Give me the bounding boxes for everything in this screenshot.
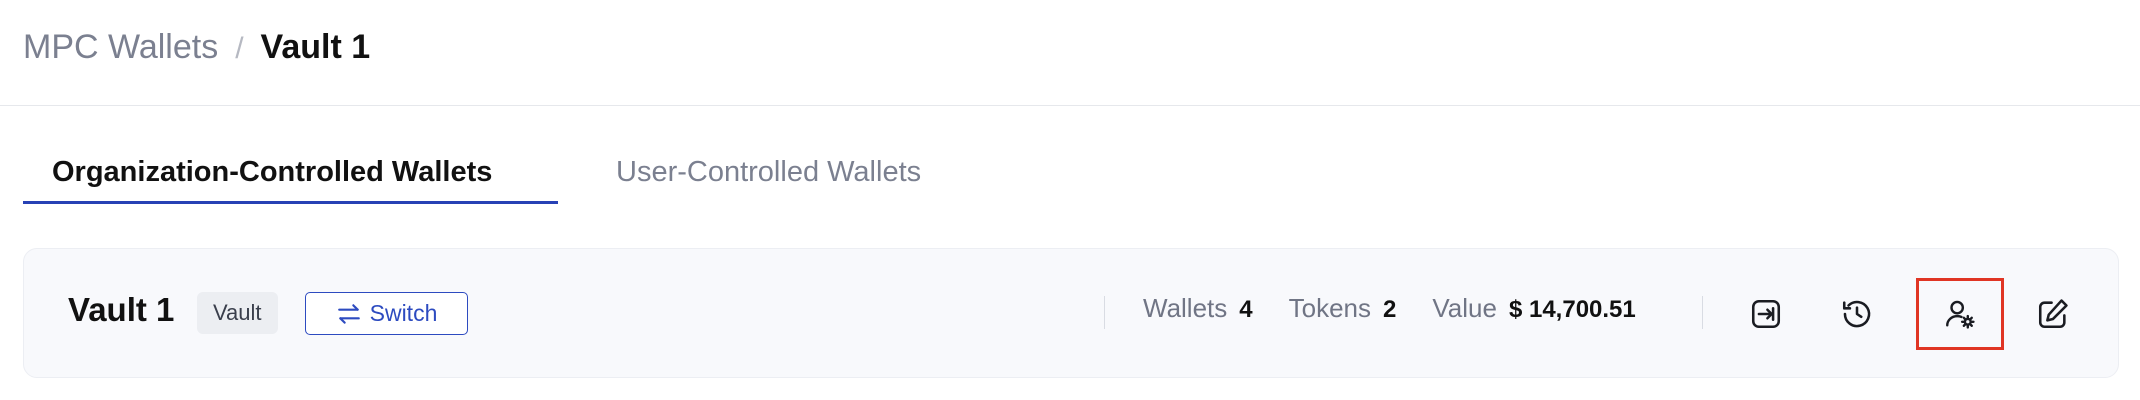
tab-organization-controlled-wallets[interactable]: Organization-Controlled Wallets [23,146,558,204]
page-header: MPC Wallets / Vault 1 [0,0,2140,106]
highlight-outline [1916,278,2004,350]
history-icon [1842,300,1871,328]
stats-divider-right [1702,296,1703,329]
stat-tokens-label: Tokens [1288,293,1372,323]
breadcrumb-current: Vault 1 [260,28,371,66]
stat-value-label: Value [1432,293,1497,323]
stat-wallets-label: Wallets [1143,293,1228,323]
stat-value: Value $ 14,700.51 [1432,293,1635,324]
transfer-in-icon [1751,299,1781,329]
history-button[interactable] [1828,285,1886,343]
vault-type-badge: Vault [197,292,278,334]
wallet-type-tabs: Organization-Controlled Wallets User-Con… [23,146,921,204]
breadcrumb-root-link[interactable]: MPC Wallets [23,28,218,67]
stat-value-amount: $ 14,700.51 [1508,296,1636,323]
stats-divider-left [1104,296,1105,329]
breadcrumb: MPC Wallets / Vault 1 [23,28,370,67]
swap-arrows-icon [337,303,360,324]
breadcrumb-separator: / [235,32,244,65]
stat-tokens: Tokens 2 [1289,293,1397,324]
switch-button-label: Switch [369,300,438,326]
vault-card: Vault 1 Vault Switch Wallets 4 Tokens 2 … [23,248,2119,378]
switch-vault-button[interactable]: Switch [305,292,468,335]
tab-user-controlled-wallets[interactable]: User-Controlled Wallets [558,146,921,204]
stat-wallets-value: 4 [1239,296,1253,323]
edit-icon [2038,299,2068,329]
transfer-button[interactable] [1737,285,1795,343]
stat-wallets: Wallets 4 [1143,293,1253,324]
stat-tokens-value: 2 [1383,296,1397,323]
edit-button[interactable] [2024,285,2082,343]
vault-stats: Wallets 4 Tokens 2 Value $ 14,700.51 [1143,293,1636,333]
vault-name: Vault 1 [68,291,175,328]
